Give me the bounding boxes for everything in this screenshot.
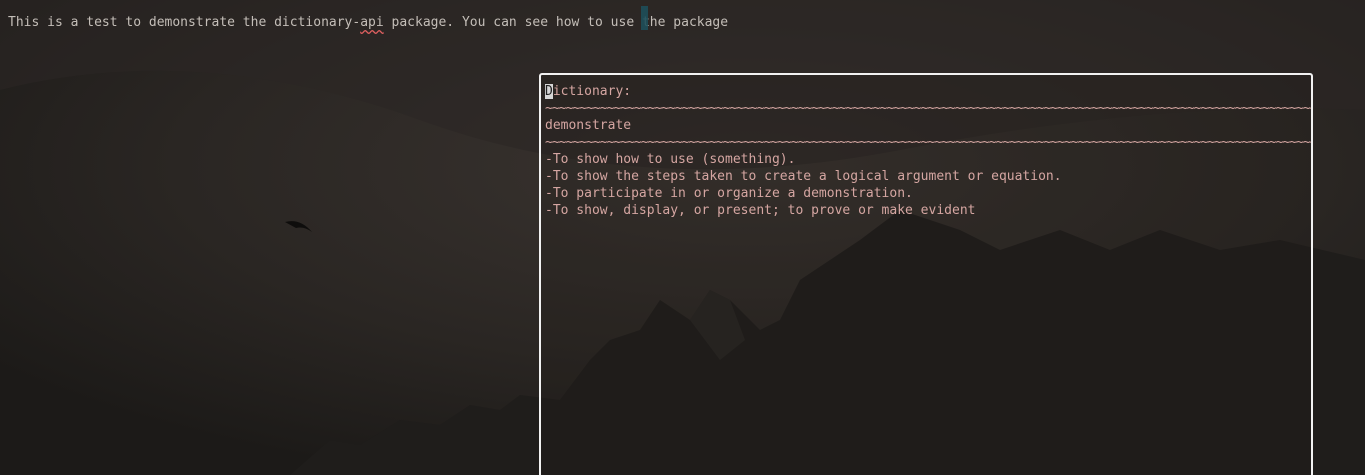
misspelled-word: api	[360, 15, 384, 30]
dictionary-popup[interactable]: Dictionary: ~~~~~~~~~~~~~~~~~~~~~~~~~~~~…	[539, 73, 1313, 475]
definition-item: -To show how to use (something).	[545, 152, 796, 167]
editor-text-line[interactable]: This is a test to demonstrate the dictio…	[8, 14, 728, 31]
cursor-column-highlight	[641, 6, 648, 30]
popup-word: demonstrate	[545, 118, 632, 133]
definition-item: -To show, display, or present; to prove …	[545, 203, 976, 218]
popup-cursor: D	[545, 84, 553, 99]
definition-item: -To participate in or organize a demonst…	[545, 186, 913, 201]
popup-title: Dictionary:	[545, 83, 1311, 100]
definition-item: -To show the steps taken to create a log…	[545, 169, 1062, 184]
cursor-char: e	[626, 15, 635, 30]
popup-title-text: ictionary:	[552, 84, 632, 99]
editor-text-after: the package	[634, 15, 729, 30]
editor-text-middle: package. You can see how to us	[383, 15, 627, 30]
editor-text-before: This is a test to demonstrate the dictio…	[8, 15, 361, 30]
popup-separator-top: ~~~~~~~~~~~~~~~~~~~~~~~~~~~~~~~~~~~~~~~~…	[545, 101, 1311, 116]
popup-separator-bottom: ~~~~~~~~~~~~~~~~~~~~~~~~~~~~~~~~~~~~~~~~…	[545, 135, 1311, 150]
